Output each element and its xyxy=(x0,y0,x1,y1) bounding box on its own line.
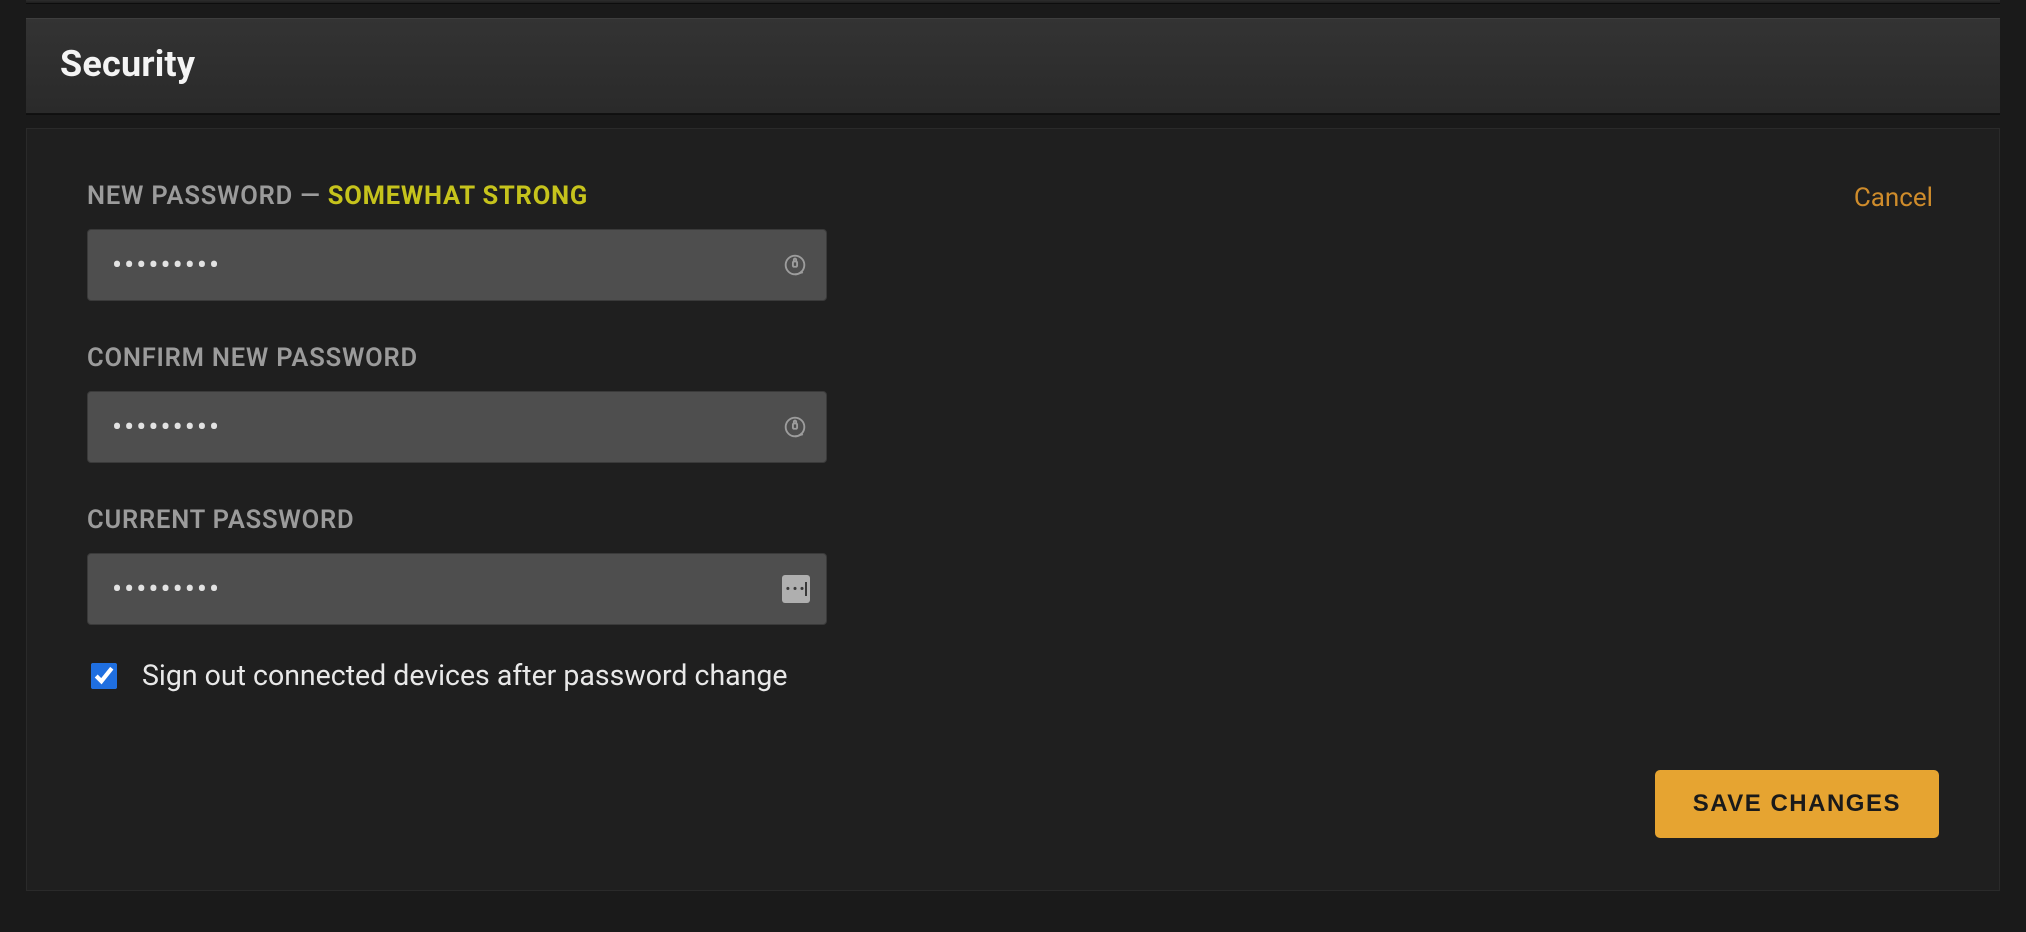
signout-checkbox-label[interactable]: Sign out connected devices after passwor… xyxy=(142,659,788,692)
confirm-password-input[interactable] xyxy=(110,391,762,463)
current-password-input[interactable] xyxy=(110,553,762,625)
signout-checkbox-row: Sign out connected devices after passwor… xyxy=(87,659,827,692)
keychain-icon[interactable] xyxy=(780,412,810,442)
current-password-label-text: CURRENT PASSWORD xyxy=(87,505,354,535)
fields-column: NEW PASSWORD — SOMEWHAT STRONG xyxy=(87,181,827,692)
new-password-input-wrap[interactable] xyxy=(87,229,827,301)
current-password-input-wrap[interactable] xyxy=(87,553,827,625)
section-header: Security xyxy=(26,18,2000,114)
panel-top-row: NEW PASSWORD — SOMEWHAT STRONG xyxy=(87,181,1939,692)
security-panel: NEW PASSWORD — SOMEWHAT STRONG xyxy=(26,128,2000,891)
save-changes-button[interactable]: SAVE CHANGES xyxy=(1655,770,1939,838)
new-password-label: NEW PASSWORD — SOMEWHAT STRONG xyxy=(87,181,827,211)
confirm-password-label: CONFIRM NEW PASSWORD xyxy=(87,343,827,373)
new-password-label-text: NEW PASSWORD xyxy=(87,181,293,211)
current-password-label: CURRENT PASSWORD xyxy=(87,505,827,535)
cancel-link[interactable]: Cancel xyxy=(1854,183,1933,213)
section-title: Security xyxy=(60,43,1966,85)
new-password-field: NEW PASSWORD — SOMEWHAT STRONG xyxy=(87,181,827,301)
button-row: SAVE CHANGES xyxy=(87,770,1939,838)
spacer xyxy=(0,4,2026,18)
keychain-icon[interactable] xyxy=(780,250,810,280)
confirm-password-input-wrap[interactable] xyxy=(87,391,827,463)
current-password-field: CURRENT PASSWORD xyxy=(87,505,827,625)
password-strength: SOMEWHAT STRONG xyxy=(328,181,588,211)
confirm-password-field: CONFIRM NEW PASSWORD xyxy=(87,343,827,463)
label-separator: — xyxy=(293,181,328,211)
signout-checkbox[interactable] xyxy=(91,663,117,689)
confirm-password-label-text: CONFIRM NEW PASSWORD xyxy=(87,343,418,373)
password-manager-icon[interactable] xyxy=(782,575,810,603)
new-password-input[interactable] xyxy=(110,229,762,301)
